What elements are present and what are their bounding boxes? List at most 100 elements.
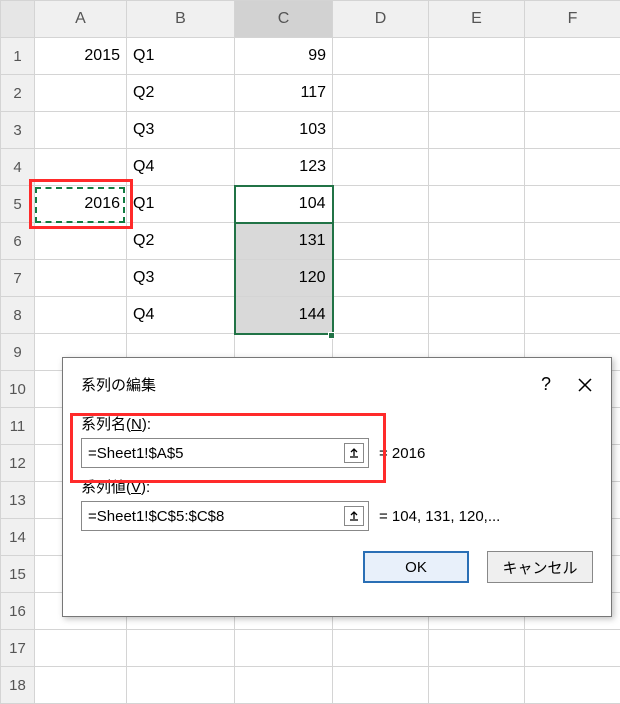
cell-E8[interactable] <box>429 297 525 334</box>
row-header-10[interactable]: 10 <box>1 371 35 408</box>
edit-series-dialog: 系列の編集 ? 系列名(N): =Sheet1!$A$5 = 2016 系列値(… <box>62 357 612 617</box>
cell-B7[interactable]: Q3 <box>127 260 235 297</box>
cell-F17[interactable] <box>525 630 620 667</box>
cell-E2[interactable] <box>429 75 525 112</box>
cell-A1[interactable]: 2015 <box>35 38 127 75</box>
col-header-E[interactable]: E <box>429 1 525 38</box>
range-picker-button[interactable] <box>344 506 364 526</box>
row-header-8[interactable]: 8 <box>1 297 35 334</box>
row-header-7[interactable]: 7 <box>1 260 35 297</box>
cell-F8[interactable] <box>525 297 620 334</box>
row-header-2[interactable]: 2 <box>1 75 35 112</box>
col-header-D[interactable]: D <box>333 1 429 38</box>
cell-B2[interactable]: Q2 <box>127 75 235 112</box>
cell-C7[interactable]: 120 <box>235 260 333 297</box>
row-header-3[interactable]: 3 <box>1 112 35 149</box>
cell-B18[interactable] <box>127 667 235 704</box>
cell-E5[interactable] <box>429 186 525 223</box>
cell-C2[interactable]: 117 <box>235 75 333 112</box>
cell-C17[interactable] <box>235 630 333 667</box>
cell-B4[interactable]: Q4 <box>127 149 235 186</box>
series-values-input[interactable]: =Sheet1!$C$5:$C$8 <box>81 501 369 531</box>
help-button[interactable]: ? <box>541 374 551 395</box>
cell-B17[interactable] <box>127 630 235 667</box>
cell-C4[interactable]: 123 <box>235 149 333 186</box>
row-header-13[interactable]: 13 <box>1 482 35 519</box>
cell-D17[interactable] <box>333 630 429 667</box>
close-icon <box>577 377 593 393</box>
cell-E18[interactable] <box>429 667 525 704</box>
row-header-6[interactable]: 6 <box>1 223 35 260</box>
cell-D18[interactable] <box>333 667 429 704</box>
fill-handle[interactable] <box>328 332 335 339</box>
series-values-result: = 104, 131, 120,... <box>379 508 500 525</box>
cell-A17[interactable] <box>35 630 127 667</box>
col-header-A[interactable]: A <box>35 1 127 38</box>
row-header-14[interactable]: 14 <box>1 519 35 556</box>
cell-E17[interactable] <box>429 630 525 667</box>
row-header-16[interactable]: 16 <box>1 593 35 630</box>
row-header-17[interactable]: 17 <box>1 630 35 667</box>
cell-E4[interactable] <box>429 149 525 186</box>
cancel-button[interactable]: キャンセル <box>487 551 593 583</box>
cell-A18[interactable] <box>35 667 127 704</box>
range-picker-button[interactable] <box>344 443 364 463</box>
cell-F6[interactable] <box>525 223 620 260</box>
cell-B3[interactable]: Q3 <box>127 112 235 149</box>
cell-F1[interactable] <box>525 38 620 75</box>
cell-C3[interactable]: 103 <box>235 112 333 149</box>
cell-E7[interactable] <box>429 260 525 297</box>
cell-D5[interactable] <box>333 186 429 223</box>
cell-D6[interactable] <box>333 223 429 260</box>
series-name-input[interactable]: =Sheet1!$A$5 <box>81 438 369 468</box>
cell-D8[interactable] <box>333 297 429 334</box>
cell-C18[interactable] <box>235 667 333 704</box>
cell-B1[interactable]: Q1 <box>127 38 235 75</box>
cell-E3[interactable] <box>429 112 525 149</box>
row-header-12[interactable]: 12 <box>1 445 35 482</box>
cell-A8[interactable] <box>35 297 127 334</box>
cell-F18[interactable] <box>525 667 620 704</box>
series-values-value: =Sheet1!$C$5:$C$8 <box>88 508 224 525</box>
cell-A2[interactable] <box>35 75 127 112</box>
row-header-1[interactable]: 1 <box>1 38 35 75</box>
col-header-F[interactable]: F <box>525 1 620 38</box>
col-header-B[interactable]: B <box>127 1 235 38</box>
cell-F3[interactable] <box>525 112 620 149</box>
cell-A7[interactable] <box>35 260 127 297</box>
cell-E6[interactable] <box>429 223 525 260</box>
cell-D2[interactable] <box>333 75 429 112</box>
cell-F4[interactable] <box>525 149 620 186</box>
select-all-corner[interactable] <box>1 1 35 38</box>
cell-D4[interactable] <box>333 149 429 186</box>
cell-D7[interactable] <box>333 260 429 297</box>
row-header-11[interactable]: 11 <box>1 408 35 445</box>
cell-F5[interactable] <box>525 186 620 223</box>
cell-A5[interactable]: 2016 <box>35 186 127 223</box>
cell-B5[interactable]: Q1 <box>127 186 235 223</box>
cell-C5[interactable]: 104 <box>235 186 333 223</box>
cell-F2[interactable] <box>525 75 620 112</box>
row-header-5[interactable]: 5 <box>1 186 35 223</box>
col-header-C[interactable]: C <box>235 1 333 38</box>
row-header-4[interactable]: 4 <box>1 149 35 186</box>
cell-F7[interactable] <box>525 260 620 297</box>
cell-B8[interactable]: Q4 <box>127 297 235 334</box>
cell-C1[interactable]: 99 <box>235 38 333 75</box>
close-button[interactable] <box>577 377 593 393</box>
cell-B6[interactable]: Q2 <box>127 223 235 260</box>
row-header-9[interactable]: 9 <box>1 334 35 371</box>
ok-button[interactable]: OK <box>363 551 469 583</box>
row-header-18[interactable]: 18 <box>1 667 35 704</box>
cell-A3[interactable] <box>35 112 127 149</box>
cell-A4[interactable] <box>35 149 127 186</box>
cell-E1[interactable] <box>429 38 525 75</box>
cell-C8[interactable]: 144 <box>235 297 333 334</box>
cell-A6[interactable] <box>35 223 127 260</box>
cell-D3[interactable] <box>333 112 429 149</box>
series-values-label: 系列値(V): <box>81 476 593 497</box>
row-header-15[interactable]: 15 <box>1 556 35 593</box>
cell-D1[interactable] <box>333 38 429 75</box>
collapse-dialog-icon <box>348 510 360 522</box>
cell-C6[interactable]: 131 <box>235 223 333 260</box>
